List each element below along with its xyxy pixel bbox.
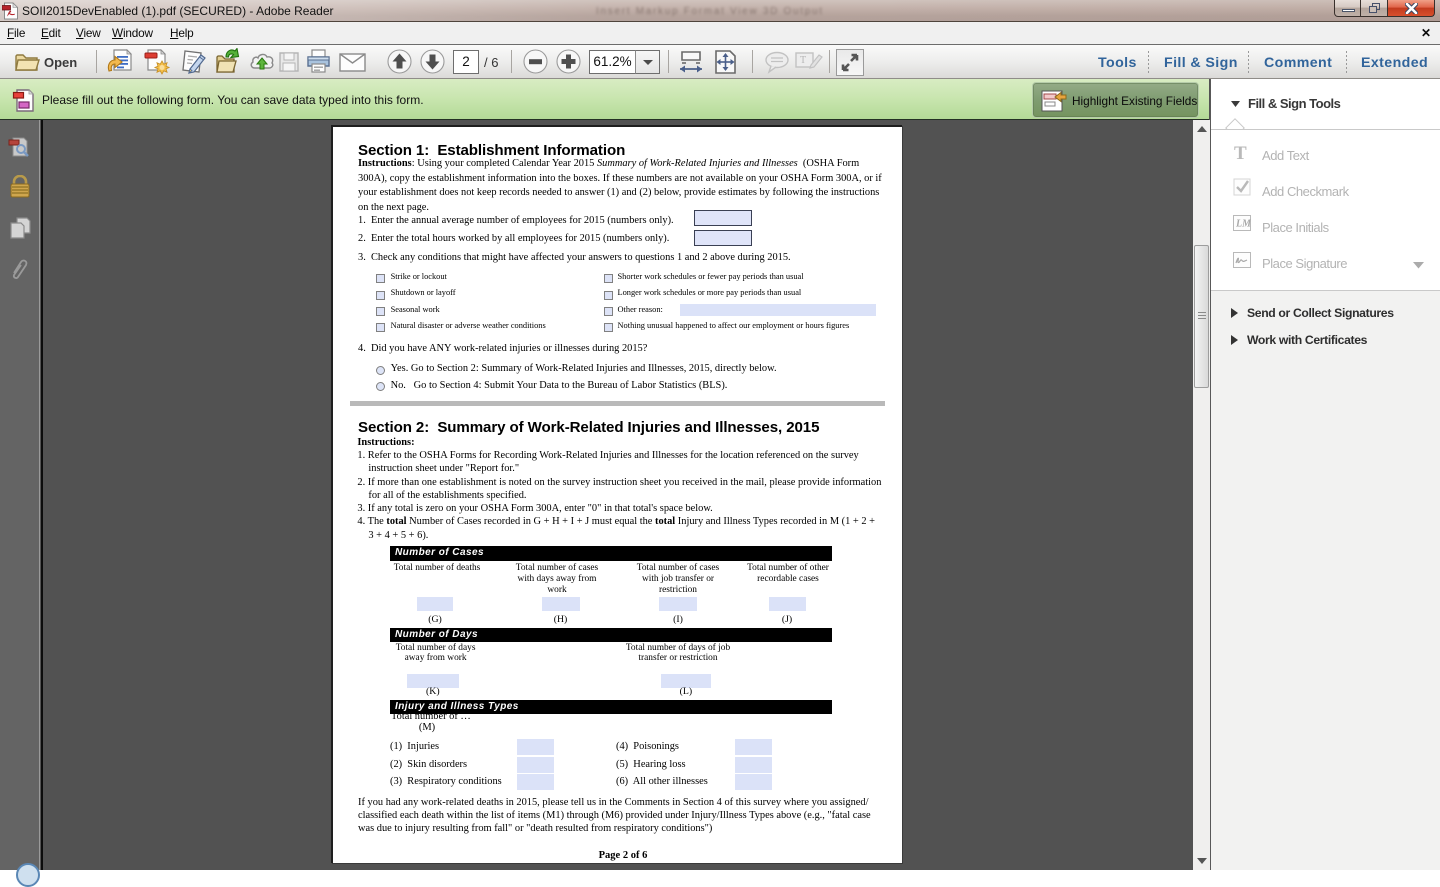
svg-text:T: T (800, 55, 806, 66)
svg-text:LM: LM (1235, 219, 1251, 230)
